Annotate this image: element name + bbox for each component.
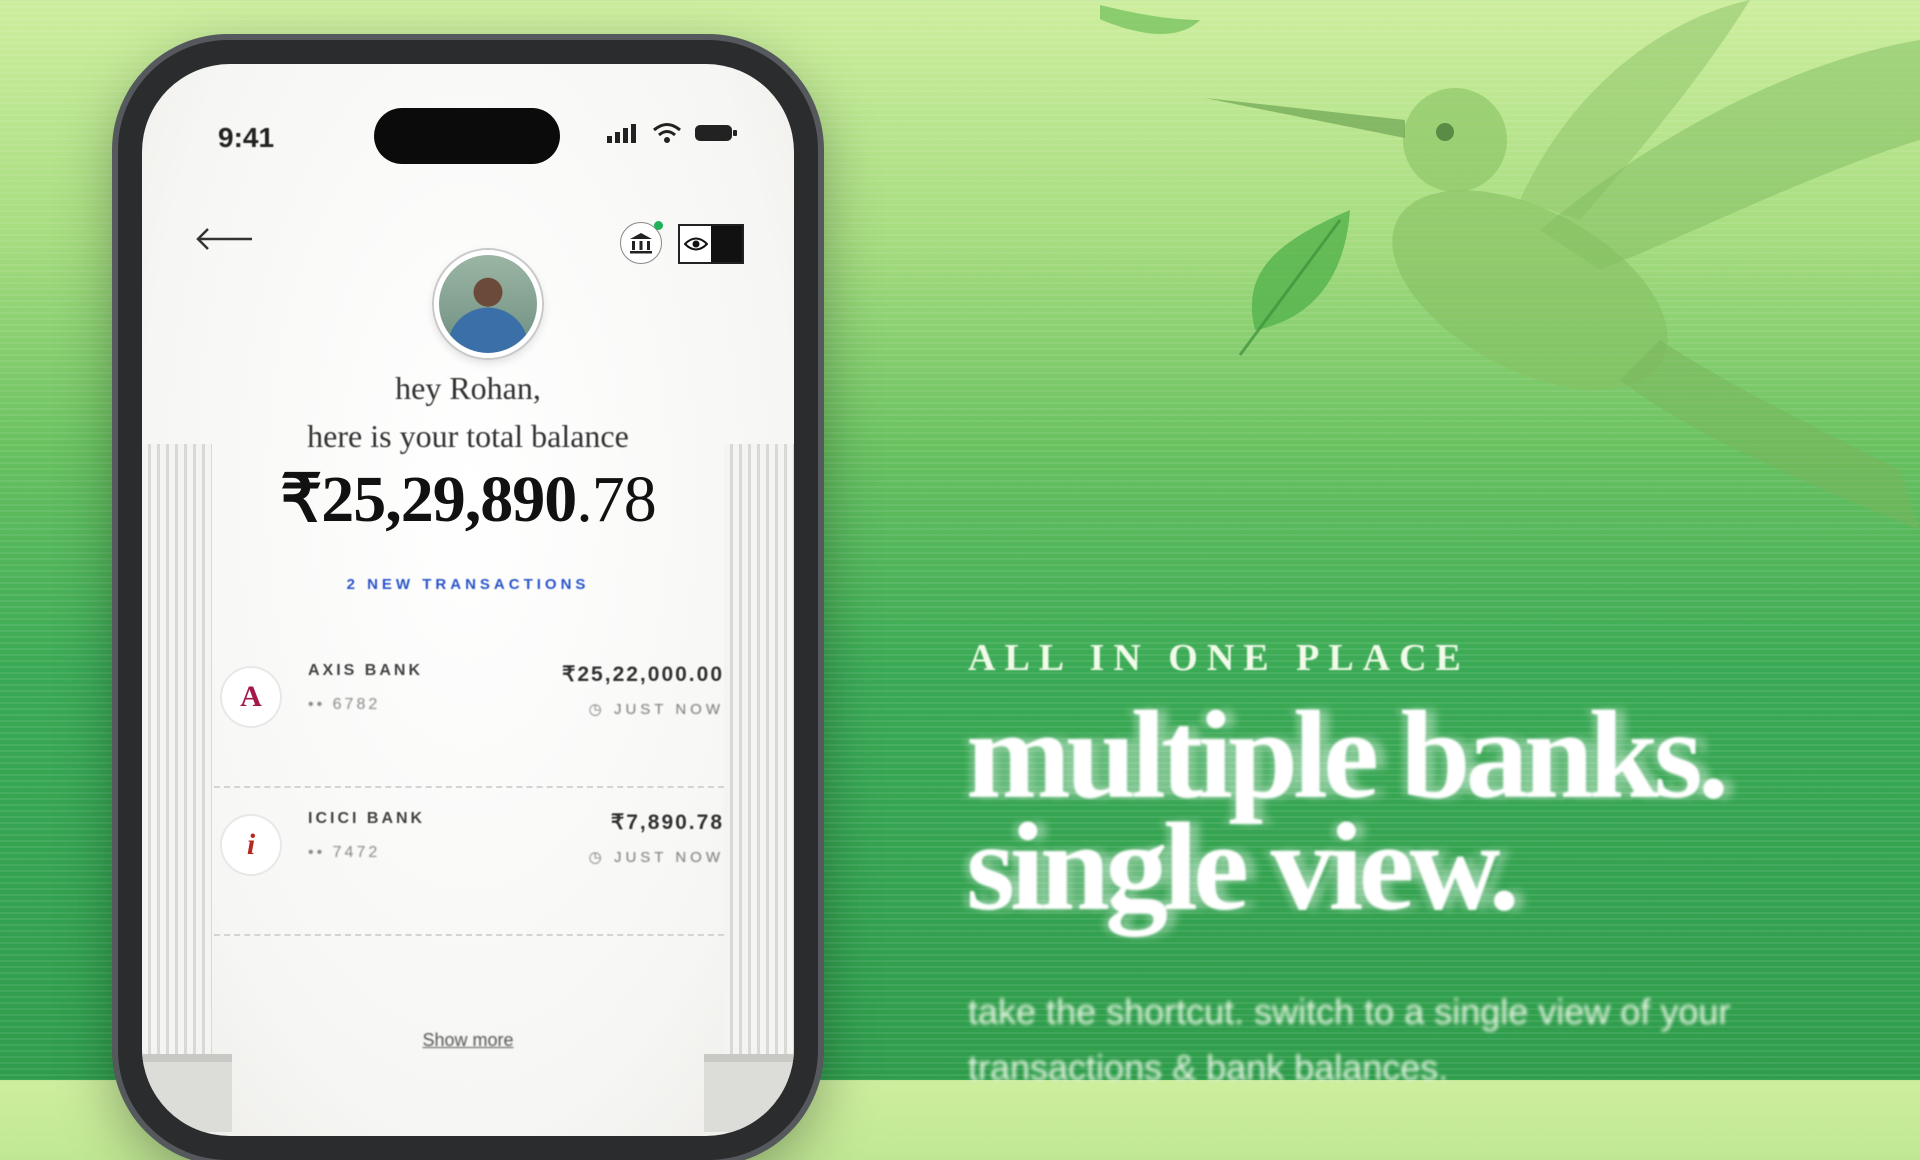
dynamic-island (374, 108, 560, 164)
back-arrow-icon[interactable] (194, 224, 254, 254)
wifi-icon (653, 123, 681, 143)
promo-headline: multiple banks. single view. (966, 686, 1729, 937)
axis-bank-logo-icon: A (222, 668, 280, 726)
divider (214, 934, 724, 936)
eye-toggle-off (711, 226, 742, 262)
transaction-time: ◷ JUST NOW (589, 848, 724, 866)
hummingbird-illustration (1100, 0, 1920, 530)
icici-bank-logo-icon: i (222, 816, 280, 874)
bird-head (1403, 88, 1507, 192)
transaction-amount: ₹7,890.78 (610, 811, 724, 834)
transaction-account: •• 7472 (308, 844, 381, 861)
subcopy-line-2: transactions & bank balances. (968, 1047, 1449, 1088)
clock-icon: ◷ (588, 849, 614, 866)
bird-eye (1436, 123, 1454, 141)
transaction-bank-name: ICICI BANK (308, 810, 426, 827)
balance-main: ₹25,29,890 (280, 463, 577, 536)
phone-screen: 9:41 hey Rohan, here is your total balan… (142, 64, 794, 1136)
bank-icon (630, 233, 652, 254)
eye-icon (683, 237, 708, 251)
battery-icon (695, 125, 737, 141)
transaction-amount: ₹25,22,000.00 (562, 663, 724, 686)
eye-toggle-on (680, 226, 711, 262)
show-more-link[interactable]: Show more (142, 1030, 794, 1051)
bird-tail (1620, 340, 1920, 530)
bird-beak (1205, 98, 1405, 138)
status-time: 9:41 (218, 122, 275, 153)
transaction-time-label: JUST NOW (613, 849, 724, 866)
notification-dot (654, 221, 663, 230)
greeting: hey Rohan, here is your total balance (142, 364, 794, 460)
pillar-base-left (142, 1054, 232, 1132)
pillar-base-right (704, 1054, 794, 1132)
bank-button[interactable] (620, 221, 663, 264)
headline-line-2: single view. (966, 798, 1520, 937)
greeting-line-2: here is your total balance (307, 418, 629, 454)
leaf-shape (1100, 4, 1200, 34)
headline-line-1: multiple banks. (966, 686, 1729, 825)
hide-balance-toggle[interactable] (678, 224, 744, 264)
transaction-row[interactable]: A AXIS BANK •• 6782 ₹25,22,000.00 ◷ JUST… (222, 662, 724, 752)
transaction-row[interactable]: i ICICI BANK •• 7472 ₹7,890.78 ◷ JUST NO… (222, 810, 724, 900)
transaction-time-label: JUST NOW (613, 701, 724, 718)
new-transactions-link[interactable]: 2 NEW TRANSACTIONS (142, 576, 794, 593)
transaction-account: •• 6782 (308, 696, 381, 713)
balance-paise: .78 (576, 463, 656, 536)
promo-kicker: ALL IN ONE PLACE (968, 637, 1470, 679)
greeting-line-1: hey Rohan, (395, 370, 541, 406)
status-icons (606, 122, 738, 144)
clock-icon: ◷ (588, 701, 614, 718)
subcopy-line-1: take the shortcut. switch to a single vi… (968, 991, 1731, 1032)
signal-icon (607, 124, 636, 143)
promo-subcopy: take the shortcut. switch to a single vi… (968, 984, 1768, 1096)
total-balance: ₹25,29,890.78 (142, 460, 794, 538)
avatar[interactable] (434, 250, 542, 358)
transaction-bank-name: AXIS BANK (308, 662, 424, 679)
transaction-time: ◷ JUST NOW (589, 700, 724, 718)
phone-mockup: 9:41 hey Rohan, here is your total balan… (118, 40, 818, 1160)
divider (214, 786, 724, 788)
